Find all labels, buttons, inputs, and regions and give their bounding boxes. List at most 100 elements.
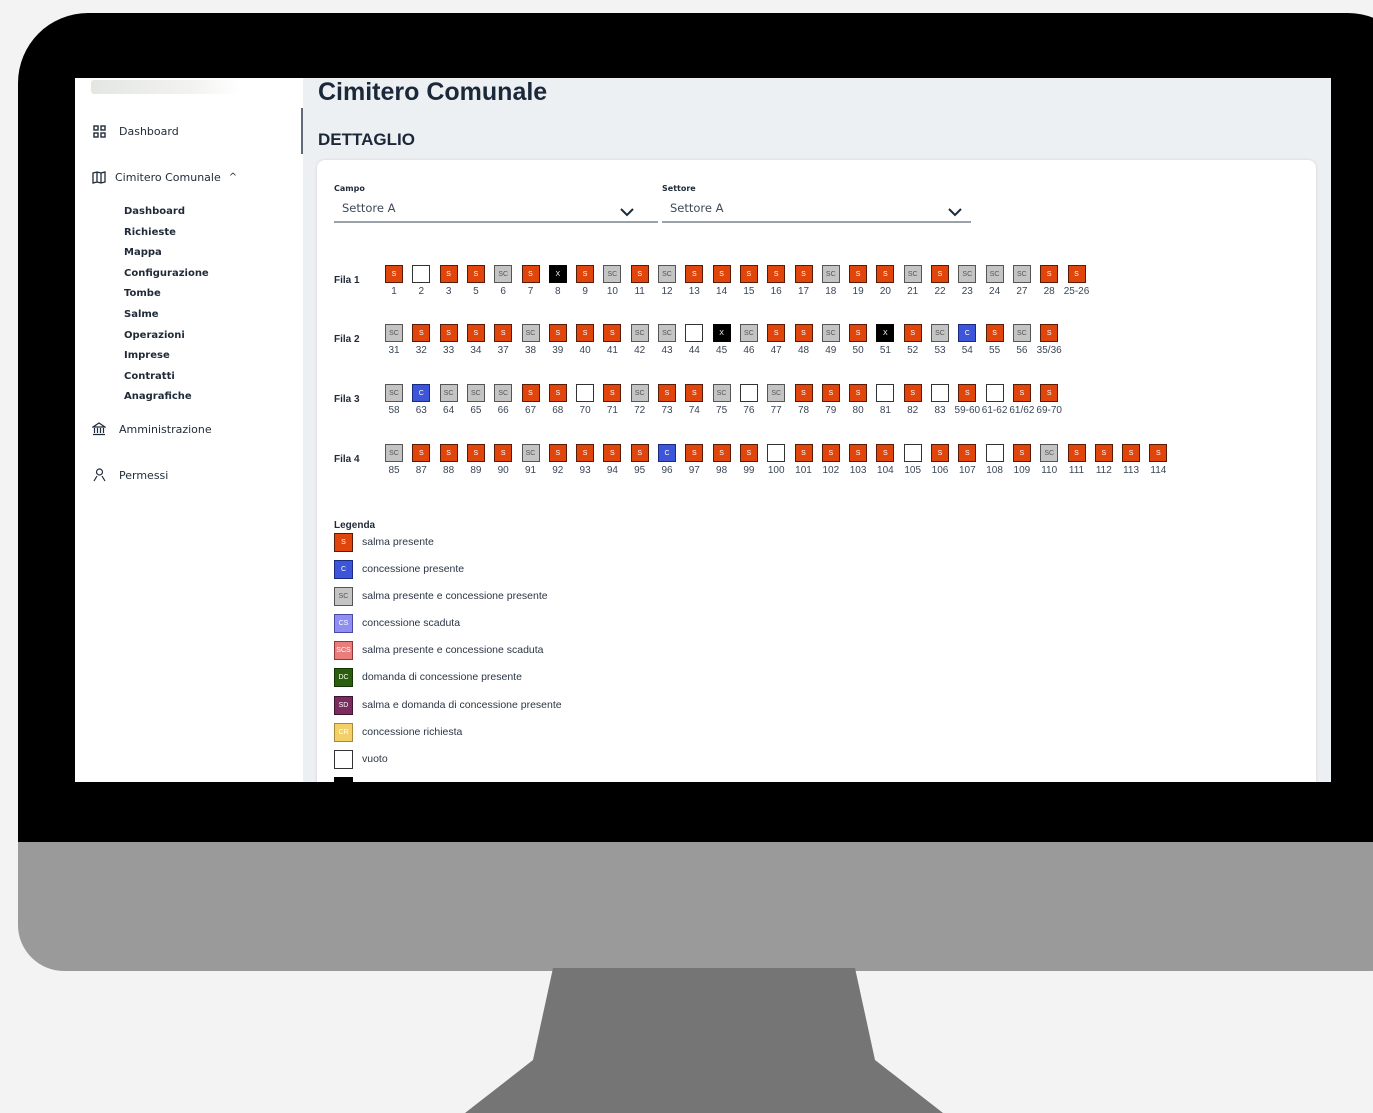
- nav-permessi[interactable]: Permessi: [91, 467, 168, 483]
- tomb-box[interactable]: SC: [466, 384, 485, 402]
- tomb-box[interactable]: S: [466, 324, 485, 342]
- submenu-imprese[interactable]: Imprese: [124, 349, 209, 370]
- tomb-box[interactable]: S: [985, 324, 1004, 342]
- tomb-box[interactable]: S: [439, 324, 458, 342]
- tomb-box[interactable]: S: [466, 265, 485, 283]
- tomb-box[interactable]: SC: [1012, 265, 1031, 283]
- tomb-box[interactable]: SC: [658, 265, 676, 283]
- tomb-box[interactable]: S: [849, 324, 868, 342]
- tomb-box[interactable]: SC: [385, 444, 403, 462]
- tomb-box[interactable]: [576, 384, 595, 402]
- tomb-box[interactable]: S: [1149, 444, 1168, 462]
- tomb-box[interactable]: S: [548, 444, 567, 462]
- tomb-box[interactable]: S: [521, 384, 540, 402]
- tomb-box[interactable]: [931, 384, 949, 402]
- tomb-box[interactable]: S: [876, 265, 895, 283]
- submenu-configurazione[interactable]: Configurazione: [124, 267, 209, 288]
- tomb-box[interactable]: S: [658, 384, 676, 402]
- tomb-box[interactable]: S: [1012, 384, 1031, 402]
- tomb-box[interactable]: [985, 384, 1004, 402]
- tomb-box[interactable]: X: [876, 324, 895, 342]
- tomb-box[interactable]: SC: [712, 384, 731, 402]
- tomb-box[interactable]: S: [876, 444, 895, 462]
- tomb-box[interactable]: S: [494, 324, 513, 342]
- tomb-box[interactable]: S: [903, 384, 922, 402]
- tomb-box[interactable]: SC: [630, 324, 649, 342]
- tomb-box[interactable]: C: [412, 384, 431, 402]
- tomb-box[interactable]: S: [849, 444, 868, 462]
- tomb-box[interactable]: S: [685, 384, 704, 402]
- tomb-box[interactable]: X: [712, 324, 731, 342]
- tomb-box[interactable]: [767, 444, 786, 462]
- tomb-box[interactable]: S: [603, 444, 622, 462]
- tomb-box[interactable]: S: [494, 444, 513, 462]
- tomb-box[interactable]: C: [958, 324, 977, 342]
- tomb-box[interactable]: SC: [494, 265, 513, 283]
- tomb-box[interactable]: S: [548, 324, 567, 342]
- tomb-box[interactable]: S: [849, 384, 868, 402]
- tomb-box[interactable]: S: [958, 444, 977, 462]
- tomb-box[interactable]: S: [685, 265, 704, 283]
- tomb-box[interactable]: S: [794, 384, 813, 402]
- submenu-dashboard[interactable]: Dashboard: [124, 205, 209, 226]
- tomb-box[interactable]: S: [603, 384, 622, 402]
- tomb-box[interactable]: SC: [385, 324, 403, 342]
- tomb-box[interactable]: S: [439, 444, 458, 462]
- tomb-box[interactable]: S: [1067, 444, 1086, 462]
- nav-cimitero-comunale[interactable]: Cimitero Comunale ^: [91, 169, 237, 185]
- tomb-box[interactable]: S: [931, 444, 949, 462]
- tomb-box[interactable]: S: [821, 384, 840, 402]
- tomb-box[interactable]: SC: [630, 384, 649, 402]
- tomb-box[interactable]: S: [903, 324, 922, 342]
- tomb-box[interactable]: S: [412, 324, 431, 342]
- tomb-box[interactable]: S: [548, 384, 567, 402]
- tomb-box[interactable]: [985, 444, 1004, 462]
- tomb-box[interactable]: S: [603, 324, 622, 342]
- tomb-box[interactable]: SC: [985, 265, 1004, 283]
- tomb-box[interactable]: SC: [658, 324, 676, 342]
- tomb-box[interactable]: S: [767, 265, 786, 283]
- submenu-richieste[interactable]: Richieste: [124, 226, 209, 247]
- tomb-box[interactable]: SC: [767, 384, 786, 402]
- tomb-box[interactable]: S: [630, 444, 649, 462]
- tomb-box[interactable]: [739, 384, 758, 402]
- tomb-box[interactable]: S: [412, 444, 431, 462]
- tomb-box[interactable]: S: [466, 444, 485, 462]
- tomb-box[interactable]: S: [576, 265, 595, 283]
- tomb-box[interactable]: S: [521, 265, 540, 283]
- nav-amministrazione[interactable]: Amministrazione: [91, 421, 212, 437]
- tomb-box[interactable]: S: [739, 444, 758, 462]
- tomb-box[interactable]: S: [958, 384, 977, 402]
- tomb-box[interactable]: S: [439, 265, 458, 283]
- tomb-box[interactable]: S: [712, 444, 731, 462]
- tomb-box[interactable]: SC: [521, 444, 540, 462]
- submenu-operazioni[interactable]: Operazioni: [124, 329, 209, 350]
- tomb-box[interactable]: [685, 324, 704, 342]
- tomb-box[interactable]: S: [794, 444, 813, 462]
- tomb-box[interactable]: S: [1040, 324, 1059, 342]
- tomb-box[interactable]: S: [385, 265, 403, 283]
- submenu-salme[interactable]: Salme: [124, 308, 209, 329]
- tomb-box[interactable]: S: [739, 265, 758, 283]
- tomb-box[interactable]: S: [794, 324, 813, 342]
- settore-select[interactable]: Settore A: [662, 196, 971, 223]
- tomb-box[interactable]: S: [1040, 384, 1059, 402]
- tomb-box[interactable]: X: [548, 265, 567, 283]
- tomb-box[interactable]: [876, 384, 895, 402]
- tomb-box[interactable]: SC: [439, 384, 458, 402]
- tomb-box[interactable]: S: [1012, 444, 1031, 462]
- tomb-box[interactable]: S: [685, 444, 704, 462]
- tomb-box[interactable]: SC: [385, 384, 403, 402]
- submenu-contratti[interactable]: Contratti: [124, 370, 209, 391]
- tomb-box[interactable]: S: [849, 265, 868, 283]
- tomb-box[interactable]: S: [576, 324, 595, 342]
- tomb-box[interactable]: S: [1122, 444, 1141, 462]
- submenu-tombe[interactable]: Tombe: [124, 287, 209, 308]
- tomb-box[interactable]: [412, 265, 431, 283]
- nav-dashboard[interactable]: Dashboard: [91, 123, 179, 139]
- tomb-box[interactable]: S: [1094, 444, 1113, 462]
- tomb-box[interactable]: S: [821, 444, 840, 462]
- tomb-box[interactable]: SC: [1040, 444, 1059, 462]
- tomb-box[interactable]: S: [1040, 265, 1059, 283]
- tomb-box[interactable]: S: [794, 265, 813, 283]
